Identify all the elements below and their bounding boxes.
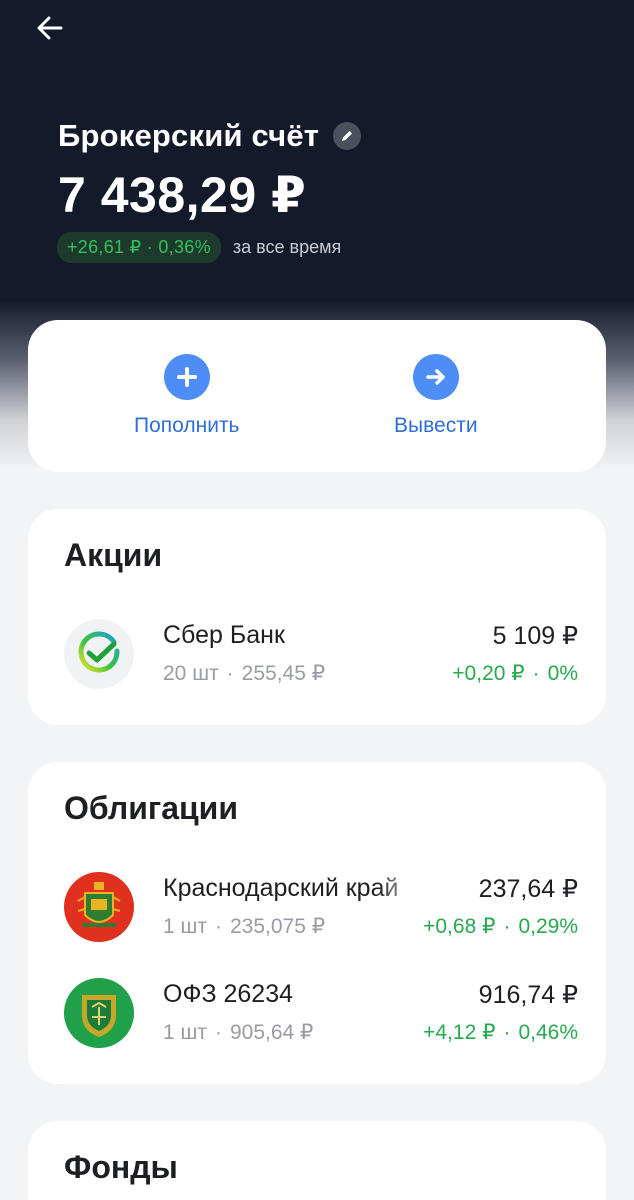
pencil-icon [342,131,353,141]
holding-name: Сбер Банк [163,621,285,649]
account-title-row: Брокерский счёт [58,118,362,154]
stocks-section-title: Акции [64,537,163,573]
holding-change: +0,20 ₽ · 0% [452,662,578,685]
holding-quantity-price: 1 шт · 235,075 ₽ [163,915,326,938]
gain-period-label: за все время [232,237,342,257]
account-balance: 7 438,29 ₽ [58,167,307,223]
holding-row-ofz[interactable]: ОФЗ 26234 1 шт · 905,64 ₽ 916,74 ₽ +4,12 ₽… [28,974,606,1054]
holding-change: +0,68 ₽ · 0,29% [423,915,578,938]
actions-card: Пополнить Вывести [28,320,606,472]
holding-quantity-price: 20 шт · 255,45 ₽ [163,662,326,685]
back-button[interactable] [28,8,72,48]
plus-icon [163,354,210,400]
funds-card: Фонды [28,1121,606,1200]
deposit-label: Пополнить [134,414,240,437]
stocks-card: Акции Сбер Банк 20 шт · 255,45 ₽ 5 109 ₽ +… [28,509,606,725]
gain-percent: 0,36% [158,237,211,257]
withdraw-button[interactable]: Вывести [394,354,478,438]
account-title: Брокерский счёт [58,118,320,153]
bonds-card: Облигации Краснодарский край 1 шт · 235,07… [28,762,606,1084]
holding-row-sber[interactable]: Сбер Банк 20 шт · 255,45 ₽ 5 109 ₽ +0,20 ₽… [28,615,606,695]
total-gain-badge: +26,61 ₽ · 0,36% [57,232,221,263]
holding-value: 237,64 ₽ [478,875,578,903]
holding-value: 5 109 ₽ [492,622,578,650]
minfin-emblem-icon [64,978,134,1048]
withdraw-label: Вывести [394,414,478,437]
holding-row-krasnodar[interactable]: Краснодарский край 1 шт · 235,075 ₽ 237,64… [28,868,606,948]
deposit-button[interactable]: Пополнить [134,354,240,438]
funds-section-title: Фонды [64,1149,178,1185]
arrow-left-icon [37,16,63,40]
edit-title-button[interactable] [333,122,362,150]
bonds-section-title: Облигации [64,790,238,826]
holding-change: +4,12 ₽ · 0,46% [423,1021,578,1044]
holding-name: ОФЗ 26234 [163,980,294,1008]
holding-name: Краснодарский край [163,874,399,902]
krasnodar-coat-of-arms-icon [64,872,134,942]
holding-quantity-price: 1 шт · 905,64 ₽ [163,1021,314,1044]
total-gain-row: +26,61 ₽ · 0,36% за все время [57,232,341,263]
sber-logo-icon [64,619,134,689]
gain-amount: +26,61 ₽ [67,237,142,257]
holding-value: 916,74 ₽ [478,981,578,1009]
arrow-right-icon [412,354,459,400]
